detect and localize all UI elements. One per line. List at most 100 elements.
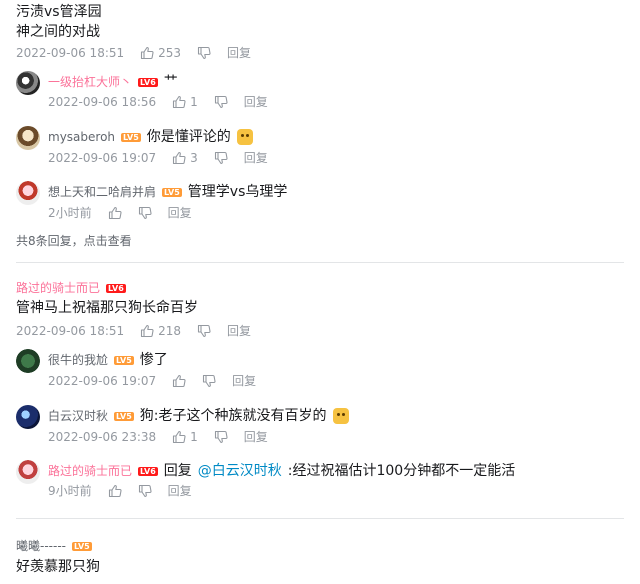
thumbs-down-icon	[197, 324, 211, 338]
avatar[interactable]	[16, 181, 40, 205]
level-badge: LV5	[121, 132, 141, 142]
dislike-button[interactable]	[202, 374, 216, 388]
reply-button[interactable]: 回复	[244, 93, 268, 111]
reply-button[interactable]: 回复	[244, 428, 268, 446]
thumbs-down-icon	[197, 46, 211, 60]
like-button[interactable]	[172, 374, 186, 388]
dislike-button[interactable]	[214, 151, 228, 165]
avatar[interactable]	[16, 460, 40, 484]
reply-time: 9小时前	[48, 484, 92, 498]
reply-time: 2022-09-06 18:56	[48, 95, 157, 109]
reply-button[interactable]: 回复	[227, 322, 251, 340]
comment-time: 2022-09-06 18:51	[16, 324, 125, 338]
thumbs-up-icon	[172, 151, 186, 165]
reply-text: 艹	[163, 74, 178, 90]
like-button[interactable]: 1	[172, 93, 198, 111]
divider	[16, 518, 624, 519]
reply-text: 你是懂评论的	[146, 129, 231, 145]
reply-header: 路过的骑士而已 LV6 回复 @白云汉时秋 :经过祝福估计100分钟都不一定能活	[48, 461, 515, 481]
username[interactable]: 路过的骑士而已	[16, 279, 100, 297]
comment-time: 2022-09-06 18:51	[16, 46, 125, 60]
avatar[interactable]	[16, 349, 40, 373]
reply-text: :经过祝福估计100分钟都不一定能活	[287, 463, 516, 479]
thumbs-down-icon	[138, 206, 152, 220]
username[interactable]: 路过的骑士而已	[48, 462, 132, 480]
reply-header: 很牛的我尬 LV5 惨了	[48, 350, 168, 370]
like-button[interactable]: 253	[140, 44, 181, 62]
comment-text: 污渍vs管泽园	[16, 4, 102, 20]
thumbs-down-icon	[214, 95, 228, 109]
like-button[interactable]: 3	[172, 149, 198, 167]
dislike-button[interactable]	[138, 484, 152, 498]
reply-actions: 2小时前 回复	[48, 204, 192, 222]
thumbs-up-icon	[140, 324, 154, 338]
reply-text: 惨了	[139, 352, 168, 368]
level-badge: LV6	[106, 283, 126, 293]
reply-time: 2022-09-06 23:38	[48, 430, 157, 444]
reply-actions: 2022-09-06 23:38 1 回复	[48, 428, 268, 446]
reply-actions: 2022-09-06 18:56 1 回复	[48, 93, 268, 111]
username[interactable]: 曦曦------	[16, 537, 66, 555]
like-count: 1	[190, 95, 198, 109]
dislike-button[interactable]	[214, 430, 228, 444]
reply-header: mysaberoh LV5 你是懂评论的	[48, 127, 253, 147]
thumbs-down-icon	[214, 430, 228, 444]
reply-actions: 2022-09-06 19:07 回复	[48, 372, 256, 390]
reply-actions: 9小时前 回复	[48, 482, 192, 500]
thumbs-up-icon	[172, 430, 186, 444]
comment-actions: 2022-09-06 18:51 253 回复	[16, 44, 251, 62]
thumbs-down-icon	[138, 484, 152, 498]
like-count: 3	[190, 151, 198, 165]
comment-actions: 2022-09-06 18:51 218 回复	[16, 322, 251, 340]
reply-header: 一级抬杠大师丶 LV6 艹	[48, 72, 178, 92]
username[interactable]: 白云汉时秋	[48, 407, 108, 425]
reply-time: 2022-09-06 19:07	[48, 151, 157, 165]
level-badge: LV6	[138, 466, 158, 476]
username[interactable]: 一级抬杠大师丶	[48, 73, 132, 91]
like-button[interactable]	[108, 206, 122, 220]
reply-prefix: 回复	[163, 463, 192, 479]
thumbs-up-icon	[108, 206, 122, 220]
level-badge: LV5	[114, 355, 134, 365]
reply-time: 2022-09-06 19:07	[48, 374, 157, 388]
reply-text: 管理学vs乌理学	[187, 184, 288, 200]
like-button[interactable]	[108, 484, 122, 498]
thumbs-up-icon	[140, 46, 154, 60]
divider	[16, 262, 624, 263]
avatar[interactable]	[16, 126, 40, 150]
like-button[interactable]: 218	[140, 322, 181, 340]
dislike-button[interactable]	[138, 206, 152, 220]
comment-text: 好羡慕那只狗	[16, 559, 100, 575]
username[interactable]: mysaberoh	[48, 128, 115, 146]
level-badge: LV5	[162, 187, 182, 197]
reply-header: 白云汉时秋 LV5 狗:老子这个种族就没有百岁的	[48, 406, 349, 426]
reply-button[interactable]: 回复	[244, 149, 268, 167]
dog-face-emoji-icon	[332, 408, 349, 424]
reply-time: 2小时前	[48, 206, 92, 220]
like-button[interactable]: 1	[172, 428, 198, 446]
avatar[interactable]	[16, 405, 40, 429]
comment-header: 路过的骑士而已 LV6	[16, 279, 126, 297]
view-more-replies-link[interactable]: 共8条回复，点击查看	[16, 232, 132, 250]
level-badge: LV5	[71, 541, 92, 551]
reply-button[interactable]: 回复	[168, 204, 192, 222]
reply-button[interactable]: 回复	[227, 44, 251, 62]
like-count: 1	[190, 430, 198, 444]
mention-link[interactable]: @白云汉时秋	[198, 461, 282, 481]
dislike-button[interactable]	[214, 95, 228, 109]
reply-text: 狗:老子这个种族就没有百岁的	[139, 408, 327, 424]
reply-button[interactable]: 回复	[232, 372, 256, 390]
username[interactable]: 很牛的我尬	[48, 351, 108, 369]
like-count: 253	[158, 46, 182, 60]
reply-button[interactable]: 回复	[168, 482, 192, 500]
dislike-button[interactable]	[197, 46, 211, 60]
comment-header: 曦曦------ LV5	[16, 537, 92, 555]
dislike-button[interactable]	[197, 324, 211, 338]
username[interactable]: 想上天和二哈肩并肩	[48, 183, 156, 201]
avatar[interactable]	[16, 71, 40, 95]
thumbs-down-icon	[214, 151, 228, 165]
comment-text: 神之间的对战	[16, 24, 100, 40]
comment-text: 管神马上祝福那只狗长命百岁	[16, 300, 198, 316]
thumbs-up-icon	[172, 95, 186, 109]
cat-face-emoji-icon	[236, 129, 253, 145]
